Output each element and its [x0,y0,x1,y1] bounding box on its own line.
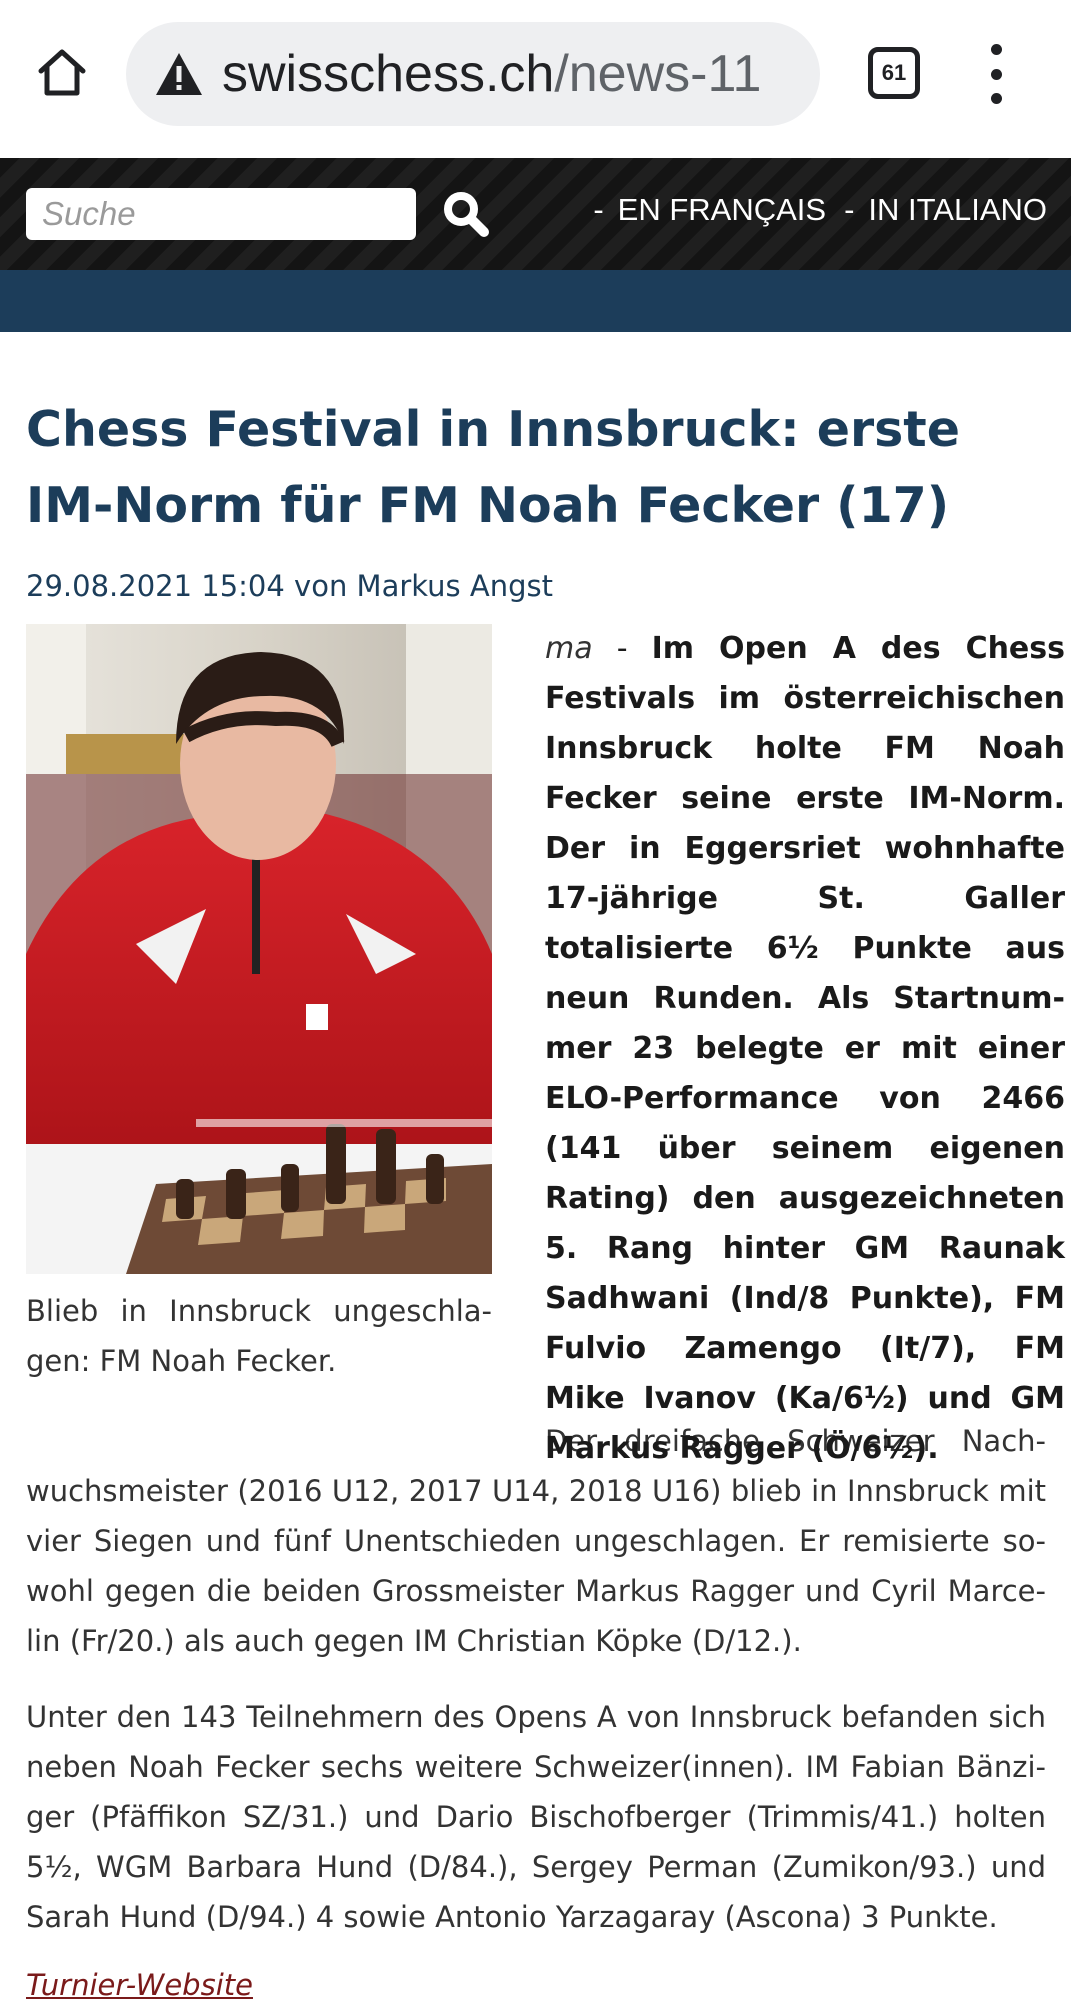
lang-link-italian[interactable]: IN ITALIANO [868,192,1047,228]
site-nav-bar [0,270,1071,332]
article-figure: Blieb in Innsbruck ungeschla­gen: FM Noa… [26,624,492,1386]
article-lead: ma - Im Open A des Chess Festi­vals im ö… [545,624,1065,1474]
lead-text: Im Open A des Chess Festi­vals im österr… [545,631,1065,1466]
magnifier-icon[interactable] [440,188,492,240]
address-bar[interactable]: swisschess.ch/news-11 [126,22,820,126]
article-meta: 29.08.2021 15:04 von Markus Angst [26,569,553,603]
home-icon[interactable] [30,40,94,104]
lang-separator: - [593,192,604,227]
article-intro: Blieb in Innsbruck ungeschla­gen: FM Noa… [26,624,1065,1466]
language-links: - EN FRANÇAIS - IN ITALIANO [593,192,1047,228]
article-photo[interactable] [26,624,492,1274]
tournament-website-link[interactable]: Turnier-Website [26,1968,253,2002]
article-title: Chess Festival in Innsbruck: erste IM-No… [26,401,960,534]
tab-switcher-icon[interactable]: 61 [868,47,920,99]
site-header: - EN FRANÇAIS - IN ITALIANO [0,158,1071,270]
photo-caption: Blieb in Innsbruck ungeschla­gen: FM Noa… [26,1294,492,1378]
lead-dash: - [592,631,652,666]
more-vert-icon[interactable] [976,44,1016,104]
lang-link-french[interactable]: EN FRANÇAIS [618,192,826,228]
url-text: swisschess.ch/news-11 [222,44,761,104]
lead-author: ma [545,631,593,666]
tab-count: 61 [881,60,907,85]
search-input[interactable] [26,188,416,240]
article: Chess Festival in Innsbruck: erste IM-No… [26,332,1065,2002]
browser-toolbar: swisschess.ch/news-11 61 [0,0,1071,158]
url-path: /news-11 [554,45,762,103]
url-host: swisschess.ch [222,45,555,103]
article-paragraph-2: Unter den 143 Teilnehmern des Opens A vo… [26,1700,1046,1934]
warning-icon[interactable] [154,51,204,97]
lang-separator: - [844,192,855,227]
